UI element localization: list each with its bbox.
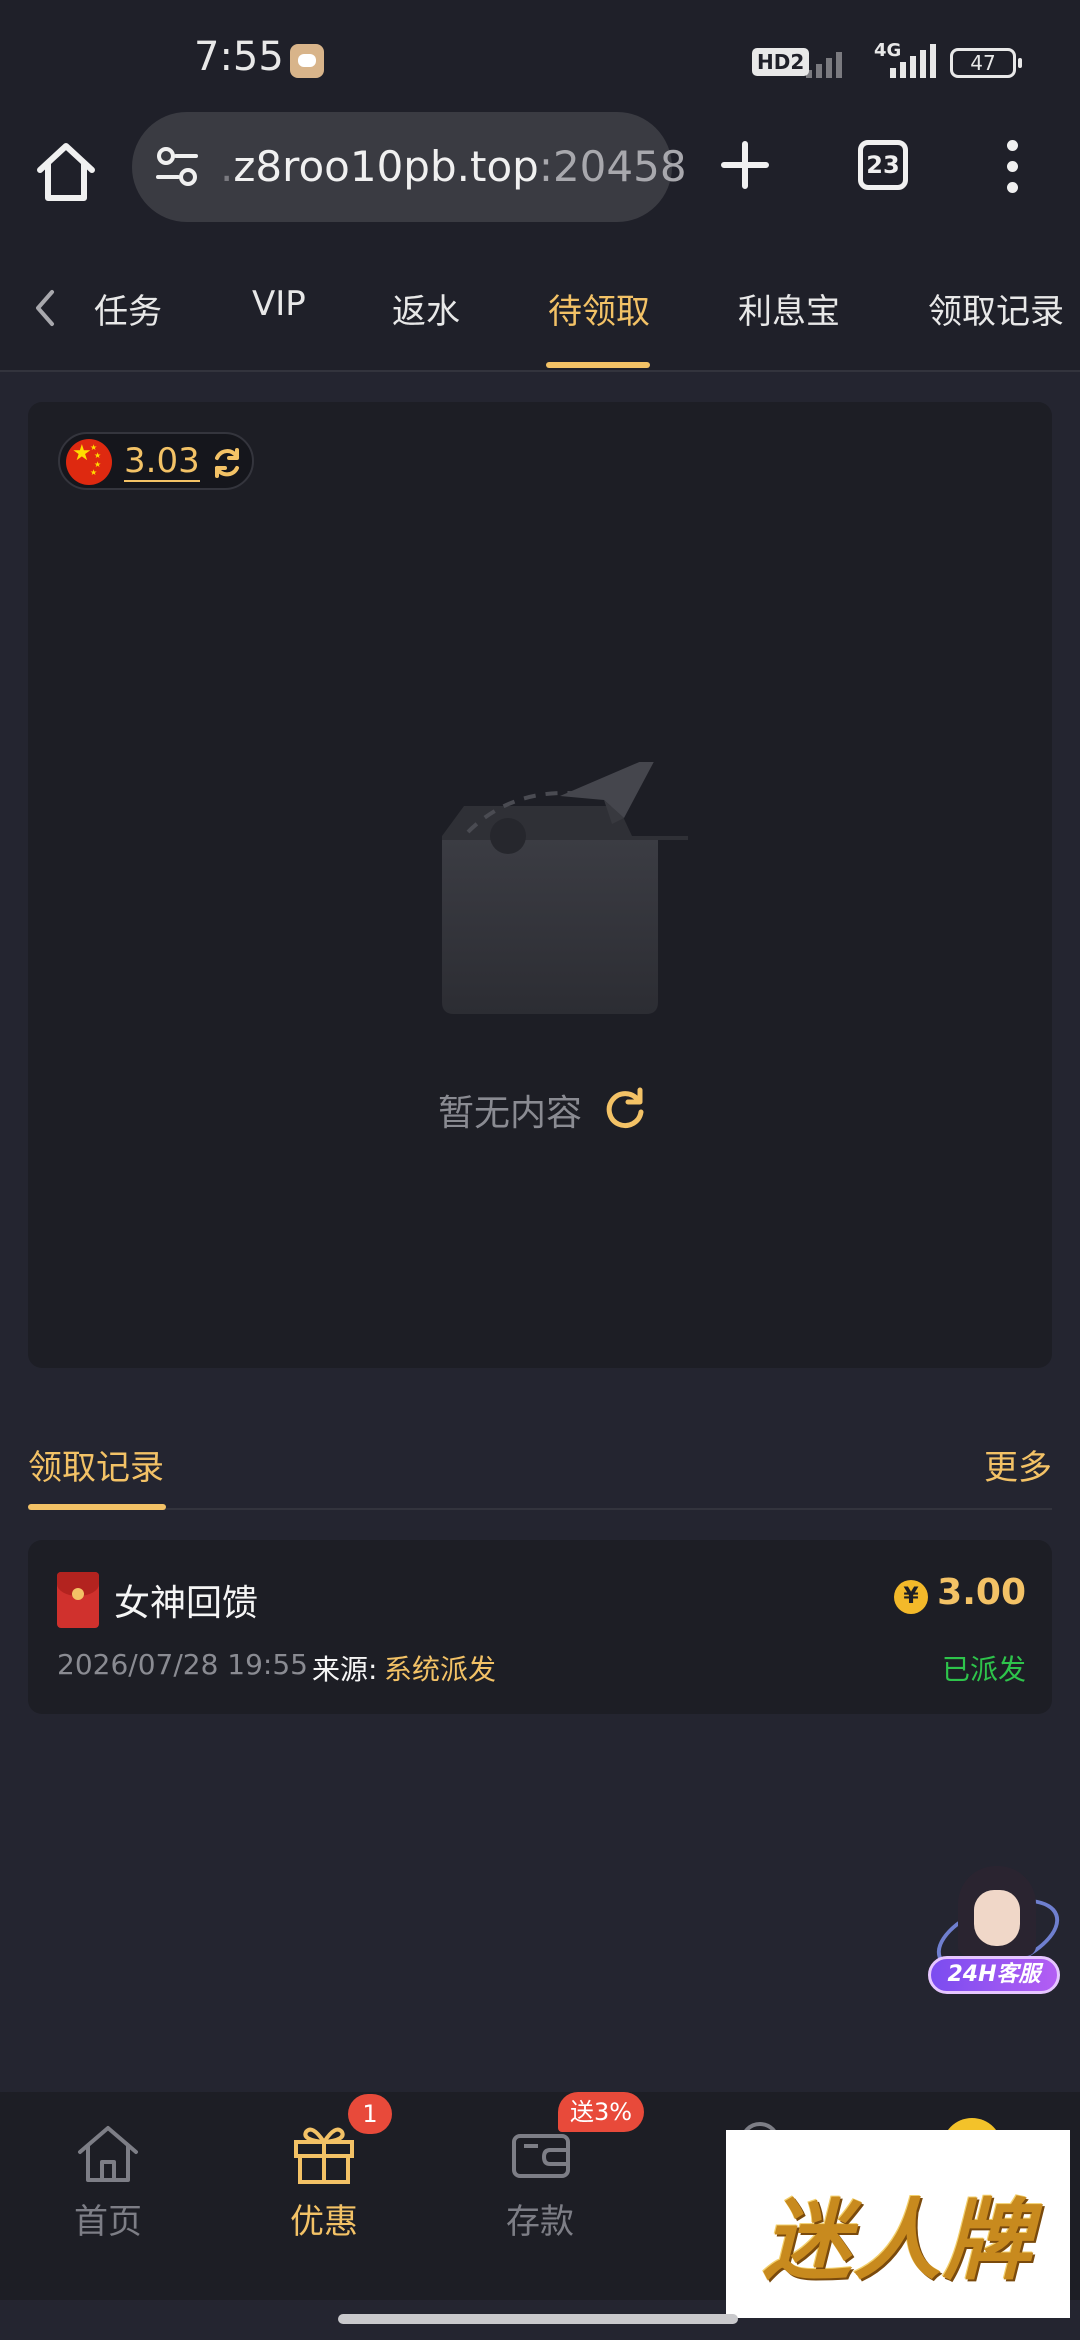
url-text[interactable]: .z8roo10pb.top:20458 [220,142,687,191]
address-bar[interactable]: .z8roo10pb.top:20458 [132,112,687,222]
tab-vip[interactable]: VIP [252,284,306,324]
record-source: 系统派发 [384,1653,497,1686]
category-tabs: 任务 VIP 返水 待领取 利息宝 领取记录 [0,250,1080,372]
empty-state-text: 暂无内容 [438,1093,583,1134]
home-icon [78,2126,138,2182]
browser-toolbar: .z8roo10pb.top:20458 23 [0,110,1080,250]
gift-icon [294,2127,354,2184]
watermark-logo: 迷人牌 [726,2130,1070,2318]
hd-voice-badge: HD2 [752,48,810,76]
signal-strong-icon [880,44,936,78]
balance-value: 3.03 [124,441,200,482]
signal-weak-icon [806,44,854,78]
page: 7:55 HD2 4G 47 .z8roo10pb.top:20458 23 任… [0,0,1080,2340]
reload-icon[interactable] [602,1086,648,1132]
record-date: 2026/07/28 19:55 [57,1648,308,1681]
records-title: 领取记录 [28,1448,164,1488]
message-notification-icon [290,44,324,78]
china-flag-icon: ★ ★ ★ ★ [66,439,112,485]
active-tab-indicator [546,362,650,368]
nav-promotions[interactable]: 1 优惠 [216,2092,432,2300]
records-more-link[interactable]: 更多 [984,1440,1052,1489]
status-time: 7:55 [194,34,284,80]
nav-deposit[interactable]: 送3% 存款 [432,2092,648,2300]
tab-count: 23 [866,151,900,179]
coin-icon: ¥ [894,1580,928,1614]
service-badge: 24H客服 [928,1956,1060,1994]
nav-home-label: 首页 [74,2202,142,2242]
site-settings-icon[interactable] [154,145,200,189]
empty-box-icon [442,762,688,1014]
url-host: z8roo10pb.top [233,142,539,191]
home-indicator[interactable] [338,2314,738,2324]
status-bar: 7:55 HD2 4G 47 [0,0,1080,110]
url-port: :20458 [538,142,687,191]
battery-icon: 47 [950,48,1022,78]
watermark-text: 迷人牌 [762,2189,1033,2292]
tab-rebate[interactable]: 返水 [392,284,460,333]
refresh-balance-icon[interactable] [210,446,244,480]
customer-service-button[interactable]: 24H客服 [922,1866,1070,2004]
home-icon[interactable] [30,136,102,208]
records-title-underline [28,1504,166,1510]
pending-panel: ★★★★ 3.03 暂无内容 [28,402,1052,1368]
chevron-left-icon[interactable] [30,288,60,328]
record-amount: 3.00 [937,1572,1026,1613]
deposit-bonus-badge: 送3% [558,2092,645,2132]
list-item[interactable]: 女神回馈 ¥ 3.00 2026/07/28 19:55 来源: 系统派发 已派… [28,1540,1052,1714]
url-prefix: . [220,142,234,191]
battery-level: 47 [970,51,996,75]
nav-deposit-label: 存款 [506,2202,574,2242]
record-source-label: 来源: [312,1653,378,1686]
red-envelope-icon [57,1572,99,1628]
service-avatar-face [974,1890,1020,1946]
tab-interest[interactable]: 利息宝 [738,284,840,333]
tab-pending[interactable]: 待领取 [548,284,650,333]
tab-switcher-button[interactable]: 23 [858,140,908,190]
new-tab-icon[interactable] [720,140,770,190]
tab-task[interactable]: 任务 [94,284,162,333]
record-name: 女神回馈 [114,1583,259,1624]
balance-pill[interactable]: ★★★★ 3.03 [58,432,254,490]
more-menu-icon[interactable] [1000,140,1026,194]
tab-claim-records[interactable]: 领取记录 [928,284,1064,333]
promotions-badge: 1 [348,2094,392,2134]
records-header: 领取记录 更多 [28,1430,1052,1510]
record-status: 已派发 [941,1653,1026,1686]
nav-promotions-label: 优惠 [290,2202,358,2242]
nav-home[interactable]: 首页 [0,2092,216,2300]
